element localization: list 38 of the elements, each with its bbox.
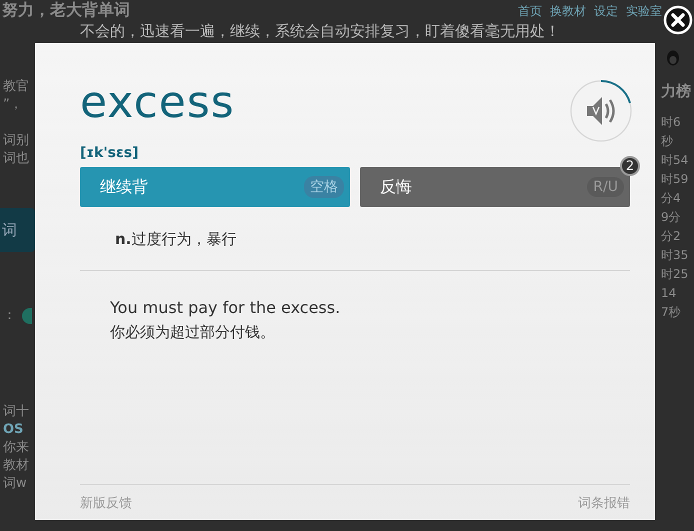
phonetic-text: [ɪk'sɛs]: [80, 145, 140, 161]
page-text: ”，: [3, 96, 23, 114]
page-text: 分4: [661, 190, 682, 207]
page-text: 14: [661, 285, 678, 302]
example-sentence: You must pay for the excess.: [110, 298, 342, 317]
nav-link[interactable]: 首页: [518, 3, 542, 20]
nav-link[interactable]: 设定: [594, 3, 618, 20]
page-link[interactable]: OS: [3, 421, 24, 439]
page-text: 词别: [3, 132, 29, 150]
page-text: 教材: [3, 457, 29, 475]
hint-text: 不会的，迅速看一遍，继续，系统会自动安排复习，盯着傻看毫无用处！: [80, 22, 560, 41]
toggle-switch[interactable]: [22, 308, 32, 324]
site-title: 努力，老大背单词: [2, 0, 130, 21]
word-title: excess: [80, 77, 235, 129]
definition-text: n.过度行为，暴行: [115, 230, 238, 250]
page-text: 词也: [3, 150, 29, 168]
speaker-button[interactable]: [569, 79, 633, 143]
page-text: 9分: [661, 209, 682, 226]
page-text: ：: [3, 307, 16, 325]
page-text: 教官: [3, 78, 29, 96]
page-text: 7秒: [661, 304, 682, 321]
page-text: 时54: [661, 152, 690, 169]
page-heading: 力榜: [661, 82, 692, 101]
nav-link[interactable]: 换教材: [550, 3, 586, 20]
page-text: 时25: [661, 266, 690, 283]
page-text: 时35: [661, 247, 690, 264]
page-text: 时59: [661, 171, 690, 188]
page-text: 秒: [661, 133, 674, 150]
nav-link[interactable]: 实验室: [626, 3, 662, 20]
example-translation: 你必须为超过部分付钱。: [110, 323, 276, 342]
count-badge: 2: [620, 156, 640, 176]
page-text: 时6: [661, 114, 682, 131]
action-button[interactable]: 继续背 空格: [80, 167, 350, 207]
page-button[interactable]: 词: [0, 208, 35, 252]
page-text: 分2: [661, 228, 682, 245]
page-text: 你来: [3, 439, 29, 457]
page-text: 词w: [3, 475, 27, 493]
page-text: 词十: [3, 403, 29, 421]
